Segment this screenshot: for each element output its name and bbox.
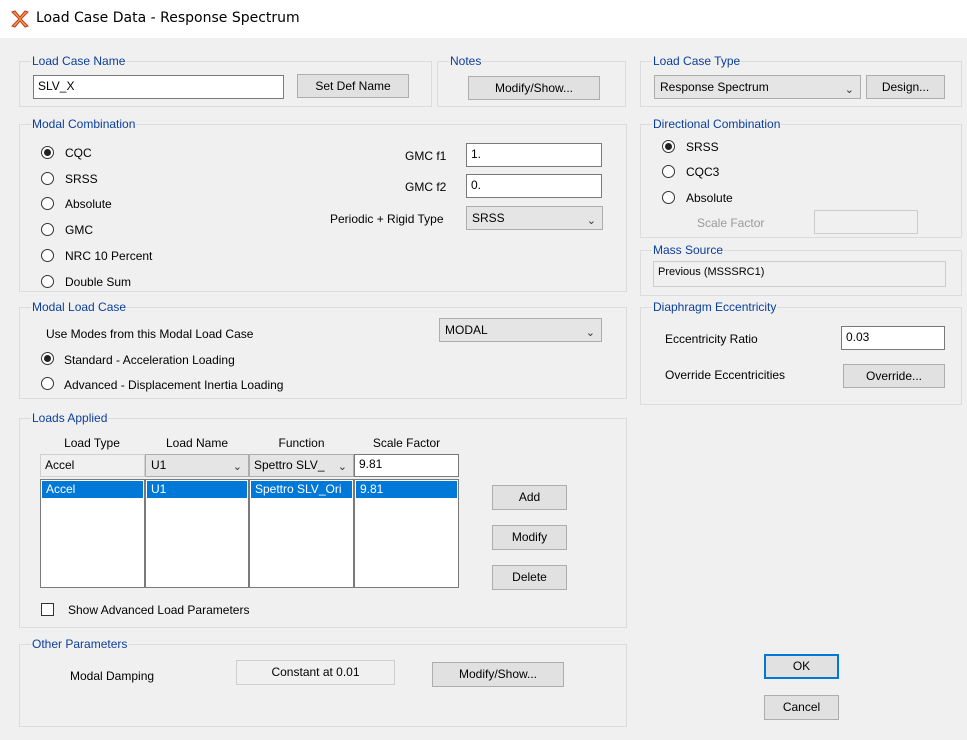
show-advanced-checkbox[interactable] [41,603,54,616]
other-modify-show-button[interactable]: Modify/Show... [432,662,564,687]
radio-cqc-label: CQC [65,146,92,160]
radio-dir-srss[interactable] [662,140,675,153]
radio-dir-cqc3[interactable] [662,165,675,178]
dir-scale-factor-input[interactable] [814,210,918,234]
list-load-type[interactable]: Accel [40,479,145,588]
periodic-rigid-type-select[interactable]: SRSS ⌄ [466,206,603,230]
override-button[interactable]: Override... [843,364,945,388]
show-advanced-label: Show Advanced Load Parameters [68,603,250,617]
gmc-f2-label: GMC f2 [405,180,447,194]
app-logo-icon [11,10,29,28]
loads-applied-label: Loads Applied [31,411,109,425]
notes-modify-show-button[interactable]: Modify/Show... [468,76,600,100]
edit-scale-factor-input[interactable]: 9.81 [354,454,459,477]
directional-combination-label: Directional Combination [652,117,782,131]
radio-double-sum[interactable] [41,275,54,288]
radio-absolute-label: Absolute [65,197,112,211]
eccentricity-ratio-input[interactable]: 0.03 [841,326,945,350]
modal-load-case-select[interactable]: MODAL ⌄ [439,318,602,342]
chevron-down-icon: ⌄ [585,327,595,339]
radio-standard-acceleration-label: Standard - Acceleration Loading [64,353,235,367]
radio-dir-absolute[interactable] [662,191,675,204]
edit-load-name-value: U1 [151,458,167,472]
periodic-rigid-type-value: SRSS [472,211,505,225]
radio-nrc-10-percent[interactable] [41,249,54,262]
load-case-type-select[interactable]: Response Spectrum ⌄ [654,75,861,99]
col-function: Function [278,436,325,450]
list-function[interactable]: Spettro SLV_Ori [249,479,354,588]
use-modes-label: Use Modes from this Modal Load Case [46,327,254,341]
other-parameters-label: Other Parameters [31,637,129,651]
list-load-name[interactable]: U1 [145,479,249,588]
col-load-name: Load Name [165,436,229,450]
window-title: Load Case Data - Response Spectrum [36,10,300,26]
diaphragm-eccentricity-label: Diaphragm Eccentricity [652,300,778,314]
load-case-type-label: Load Case Type [652,54,742,68]
override-eccentricities-label: Override Eccentricities [665,368,786,382]
add-button[interactable]: Add [492,485,567,510]
modify-button[interactable]: Modify [492,525,567,550]
radio-dir-absolute-label: Absolute [686,191,733,205]
col-scale-factor: Scale Factor [372,436,441,450]
cancel-button[interactable]: Cancel [764,695,839,720]
list-row-load-name[interactable]: U1 [147,481,247,498]
chevron-down-icon: ⌄ [586,215,596,227]
modal-load-case-label: Modal Load Case [31,300,128,314]
radio-standard-acceleration[interactable] [41,352,54,365]
ok-button[interactable]: OK [764,654,839,679]
list-row-scale-factor[interactable]: 9.81 [356,481,457,498]
gmc-f1-label: GMC f1 [405,149,447,163]
edit-load-name-select[interactable]: U1 ⌄ [145,454,249,477]
gmc-f2-input[interactable]: 0. [466,174,602,198]
load-case-name-input[interactable]: SLV_X [33,75,284,99]
radio-dir-srss-label: SRSS [686,140,719,154]
edit-load-type: Accel [40,454,145,477]
radio-dir-cqc3-label: CQC3 [686,165,720,179]
mass-source-label: Mass Source [652,243,725,257]
radio-advanced-displacement-label: Advanced - Displacement Inertia Loading [64,378,284,392]
dir-scale-factor-label: Scale Factor [697,216,765,230]
diaphragm-eccentricity-group: Diaphragm Eccentricity [640,300,962,405]
edit-function-value: Spettro SLV_ [254,458,325,472]
list-scale-factor[interactable]: 9.81 [354,479,459,588]
edit-function-select[interactable]: Spettro SLV_ ⌄ [249,454,354,477]
title-bar: Load Case Data - Response Spectrum [0,0,967,38]
chevron-down-icon: ⌄ [232,461,242,473]
set-def-name-button[interactable]: Set Def Name [297,74,409,98]
list-row-function[interactable]: Spettro SLV_Ori [251,481,352,498]
chevron-down-icon: ⌄ [844,84,854,96]
radio-absolute[interactable] [41,197,54,210]
notes-label: Notes [449,54,483,68]
modal-load-case-value: MODAL [445,323,488,337]
radio-cqc[interactable] [41,146,54,159]
eccentricity-ratio-label: Eccentricity Ratio [665,332,758,346]
col-load-type: Load Type [64,436,120,450]
modal-combination-label: Modal Combination [31,117,137,131]
radio-gmc[interactable] [41,223,54,236]
radio-gmc-label: GMC [65,223,93,237]
delete-button[interactable]: Delete [492,565,567,590]
radio-srss[interactable] [41,172,54,185]
chevron-down-icon: ⌄ [335,457,347,476]
radio-double-sum-label: Double Sum [65,275,132,289]
modal-damping-label: Modal Damping [70,669,155,683]
periodic-rigid-type-label: Periodic + Rigid Type [330,212,444,226]
gmc-f1-input[interactable]: 1. [466,143,602,167]
radio-nrc-10-percent-label: NRC 10 Percent [65,249,153,263]
modal-damping-value: Constant at 0.01 [236,660,395,685]
radio-srss-label: SRSS [65,172,98,186]
design-button[interactable]: Design... [866,75,945,99]
load-case-name-label: Load Case Name [31,54,127,68]
list-row-load-type[interactable]: Accel [42,481,143,498]
mass-source-value: Previous (MSSSRC1) [653,261,946,287]
load-case-type-value: Response Spectrum [660,80,769,94]
radio-advanced-displacement[interactable] [41,377,54,390]
